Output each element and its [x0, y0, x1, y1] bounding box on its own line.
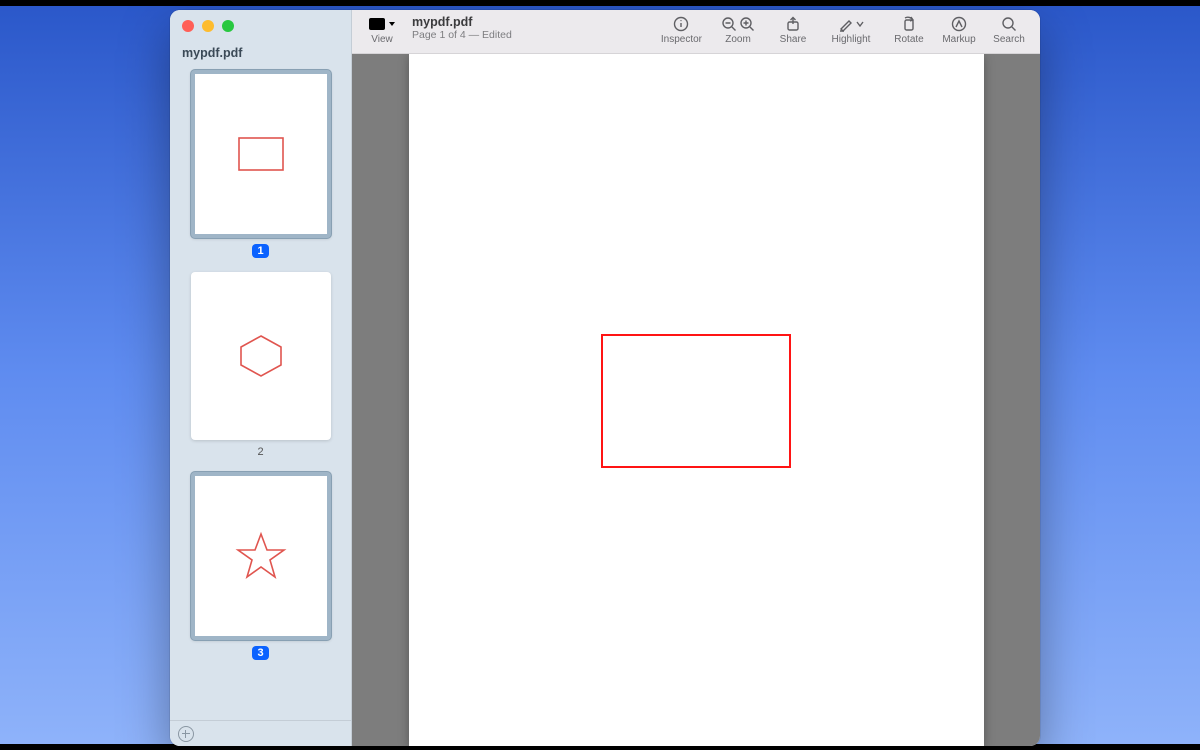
toolbar: View mypdf.pdf Page 1 of 4 — Edited Insp… [352, 10, 1040, 54]
info-icon [673, 16, 689, 32]
close-window-button[interactable] [182, 20, 194, 32]
search-icon [1001, 16, 1017, 32]
zoom-controls[interactable]: Zoom [710, 14, 766, 45]
thumbnail-page-3[interactable] [191, 472, 331, 640]
share-button[interactable]: Share [770, 14, 816, 45]
minimize-window-button[interactable] [202, 20, 214, 32]
rectangle-icon [231, 132, 291, 176]
desktop-menubar-strip [0, 0, 1200, 6]
document-canvas[interactable] [352, 54, 1040, 746]
view-label: View [371, 34, 393, 45]
thumbnail-label: 2 [254, 446, 268, 458]
thumbnail-list[interactable]: 1 2 3 [170, 64, 351, 720]
highlight-label: Highlight [832, 34, 871, 45]
document-title: mypdf.pdf [412, 15, 512, 29]
thumbnail-label: 1 [252, 244, 268, 258]
zoom-window-button[interactable] [222, 20, 234, 32]
inspector-button[interactable]: Inspector [657, 14, 706, 45]
rectangle-annotation[interactable] [601, 334, 791, 468]
thumbnail-item[interactable]: 2 [182, 272, 339, 458]
rotate-button[interactable]: Rotate [886, 14, 932, 45]
sidebar-footer [170, 720, 351, 746]
preview-window: mypdf.pdf 1 2 3 [170, 10, 1040, 746]
markup-icon [951, 16, 967, 32]
search-button[interactable]: Search [986, 14, 1032, 45]
markup-label: Markup [942, 34, 975, 45]
chevron-down-icon [856, 20, 864, 28]
main-area: View mypdf.pdf Page 1 of 4 — Edited Insp… [352, 10, 1040, 746]
zoom-label: Zoom [725, 34, 751, 45]
chevron-down-icon [388, 20, 396, 28]
inspector-label: Inspector [661, 34, 702, 45]
rotate-label: Rotate [894, 34, 923, 45]
page-1[interactable] [409, 54, 984, 746]
hexagon-icon [233, 331, 289, 381]
sidebar-document-title: mypdf.pdf [170, 38, 351, 64]
zoom-in-icon [739, 16, 755, 32]
thumbnail-item[interactable]: 3 [182, 472, 339, 660]
highlight-button[interactable]: Highlight [820, 14, 882, 45]
thumbnail-label: 3 [252, 646, 268, 660]
highlighter-icon [838, 16, 854, 32]
share-icon [785, 16, 801, 32]
sidebar: mypdf.pdf 1 2 3 [170, 10, 352, 746]
rotate-icon [901, 16, 917, 32]
view-menu-button[interactable]: View [360, 14, 404, 45]
thumbnail-page-1[interactable] [191, 70, 331, 238]
window-traffic-lights [170, 10, 351, 38]
star-icon [233, 530, 289, 582]
document-page-status: Page 1 of 4 — Edited [412, 29, 512, 41]
add-page-button[interactable] [178, 726, 194, 742]
search-label: Search [993, 34, 1025, 45]
thumbnail-page-2[interactable] [191, 272, 331, 440]
zoom-out-icon [721, 16, 737, 32]
share-label: Share [780, 34, 807, 45]
thumbnail-item[interactable]: 1 [182, 70, 339, 258]
markup-button[interactable]: Markup [936, 14, 982, 45]
title-block: mypdf.pdf Page 1 of 4 — Edited [412, 14, 512, 41]
sidebar-toggle-icon [368, 17, 386, 31]
